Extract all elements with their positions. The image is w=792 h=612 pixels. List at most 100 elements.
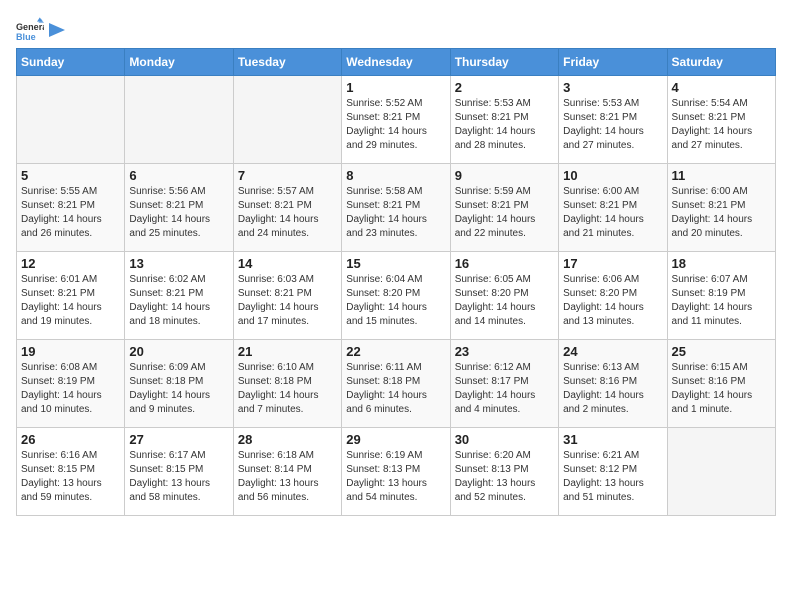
day-number: 4 xyxy=(672,80,771,95)
week-row-1: 1 Sunrise: 5:52 AM Sunset: 8:21 PM Daylig… xyxy=(17,76,776,164)
calendar-cell: 16 Sunrise: 6:05 AM Sunset: 8:20 PM Dayli… xyxy=(450,252,558,340)
day-number: 16 xyxy=(455,256,554,271)
day-number: 23 xyxy=(455,344,554,359)
day-number: 3 xyxy=(563,80,662,95)
day-number: 20 xyxy=(129,344,228,359)
day-info: Sunrise: 6:09 AM Sunset: 8:18 PM Dayligh… xyxy=(129,361,228,417)
day-number: 13 xyxy=(129,256,228,271)
day-info: Sunrise: 6:06 AM Sunset: 8:20 PM Dayligh… xyxy=(563,273,662,329)
calendar-cell: 2Sunrise: 5:53 AM Sunset: 8:21 PM Daylig… xyxy=(450,76,558,164)
page-header: General Blue xyxy=(16,16,776,44)
day-info: Sunrise: 6:10 AM Sunset: 8:18 PM Dayligh… xyxy=(238,361,337,417)
calendar-cell: 28Sunrise: 6:18 AM Sunset: 8:14 PM Dayli… xyxy=(233,428,341,516)
day-number: 29 xyxy=(346,432,445,447)
calendar-cell: 14 Sunrise: 6:03 AM Sunset: 8:21 PM Dayli… xyxy=(233,252,341,340)
day-info: Sunrise: 5:54 AM Sunset: 8:21 PM Dayligh… xyxy=(672,97,771,153)
day-info: Sunrise: 5:52 AM Sunset: 8:21 PM Dayligh… xyxy=(346,97,445,153)
day-info: Sunrise: 6:03 AM Sunset: 8:21 PM Dayligh… xyxy=(238,273,337,329)
logo-icon: General Blue xyxy=(16,16,44,44)
weekday-header-saturday: Saturday xyxy=(667,49,775,76)
day-info: Sunrise: 6:20 AM Sunset: 8:13 PM Dayligh… xyxy=(455,449,554,505)
day-number: 26 xyxy=(21,432,120,447)
calendar-cell: 21 Sunrise: 6:10 AM Sunset: 8:18 PM Dayli… xyxy=(233,340,341,428)
day-number: 15 xyxy=(346,256,445,271)
calendar-cell: 13Sunrise: 6:02 AM Sunset: 8:21 PM Dayli… xyxy=(125,252,233,340)
day-info: Sunrise: 6:11 AM Sunset: 8:18 PM Dayligh… xyxy=(346,361,445,417)
day-info: Sunrise: 5:53 AM Sunset: 8:21 PM Dayligh… xyxy=(563,97,662,153)
calendar-cell: 10 Sunrise: 6:00 AM Sunset: 8:21 PM Dayli… xyxy=(559,164,667,252)
day-info: Sunrise: 6:19 AM Sunset: 8:13 PM Dayligh… xyxy=(346,449,445,505)
day-number: 31 xyxy=(563,432,662,447)
day-info: Sunrise: 6:05 AM Sunset: 8:20 PM Dayligh… xyxy=(455,273,554,329)
calendar-cell: 1 Sunrise: 5:52 AM Sunset: 8:21 PM Daylig… xyxy=(342,76,450,164)
calendar-cell: 27Sunrise: 6:17 AM Sunset: 8:15 PM Dayli… xyxy=(125,428,233,516)
day-number: 5 xyxy=(21,168,120,183)
weekday-header-wednesday: Wednesday xyxy=(342,49,450,76)
calendar-cell xyxy=(667,428,775,516)
calendar-cell xyxy=(233,76,341,164)
day-info: Sunrise: 6:01 AM Sunset: 8:21 PM Dayligh… xyxy=(21,273,120,329)
calendar-cell: 11 Sunrise: 6:00 AM Sunset: 8:21 PM Dayli… xyxy=(667,164,775,252)
day-info: Sunrise: 5:56 AM Sunset: 8:21 PM Dayligh… xyxy=(129,185,228,241)
day-info: Sunrise: 6:07 AM Sunset: 8:19 PM Dayligh… xyxy=(672,273,771,329)
day-info: Sunrise: 6:08 AM Sunset: 8:19 PM Dayligh… xyxy=(21,361,120,417)
day-number: 21 xyxy=(238,344,337,359)
calendar-cell: 8Sunrise: 5:58 AM Sunset: 8:21 PM Daylig… xyxy=(342,164,450,252)
day-info: Sunrise: 5:58 AM Sunset: 8:21 PM Dayligh… xyxy=(346,185,445,241)
day-number: 9 xyxy=(455,168,554,183)
day-info: Sunrise: 5:59 AM Sunset: 8:21 PM Dayligh… xyxy=(455,185,554,241)
calendar-cell: 18 Sunrise: 6:07 AM Sunset: 8:19 PM Dayli… xyxy=(667,252,775,340)
calendar-cell: 5 Sunrise: 5:55 AM Sunset: 8:21 PM Daylig… xyxy=(17,164,125,252)
calendar-cell xyxy=(125,76,233,164)
day-number: 17 xyxy=(563,256,662,271)
day-number: 18 xyxy=(672,256,771,271)
days-of-week-row: SundayMondayTuesdayWednesdayThursdayFrid… xyxy=(17,49,776,76)
week-row-5: 26 Sunrise: 6:16 AM Sunset: 8:15 PM Dayli… xyxy=(17,428,776,516)
calendar-table: SundayMondayTuesdayWednesdayThursdayFrid… xyxy=(16,48,776,516)
calendar-header: SundayMondayTuesdayWednesdayThursdayFrid… xyxy=(17,49,776,76)
day-info: Sunrise: 6:12 AM Sunset: 8:17 PM Dayligh… xyxy=(455,361,554,417)
calendar-cell: 4 Sunrise: 5:54 AM Sunset: 8:21 PM Daylig… xyxy=(667,76,775,164)
calendar-cell xyxy=(17,76,125,164)
weekday-header-monday: Monday xyxy=(125,49,233,76)
day-info: Sunrise: 6:00 AM Sunset: 8:21 PM Dayligh… xyxy=(672,185,771,241)
calendar-cell: 22 Sunrise: 6:11 AM Sunset: 8:18 PM Dayli… xyxy=(342,340,450,428)
calendar-cell: 9 Sunrise: 5:59 AM Sunset: 8:21 PM Daylig… xyxy=(450,164,558,252)
calendar-body: 1 Sunrise: 5:52 AM Sunset: 8:21 PM Daylig… xyxy=(17,76,776,516)
calendar-cell: 30 Sunrise: 6:20 AM Sunset: 8:13 PM Dayli… xyxy=(450,428,558,516)
calendar-cell: 3 Sunrise: 5:53 AM Sunset: 8:21 PM Daylig… xyxy=(559,76,667,164)
calendar-cell: 19 Sunrise: 6:08 AM Sunset: 8:19 PM Dayli… xyxy=(17,340,125,428)
logo: General Blue xyxy=(16,16,65,44)
calendar-cell: 12Sunrise: 6:01 AM Sunset: 8:21 PM Dayli… xyxy=(17,252,125,340)
day-number: 1 xyxy=(346,80,445,95)
day-number: 22 xyxy=(346,344,445,359)
day-number: 14 xyxy=(238,256,337,271)
day-info: Sunrise: 6:15 AM Sunset: 8:16 PM Dayligh… xyxy=(672,361,771,417)
day-number: 24 xyxy=(563,344,662,359)
calendar-cell: 31 Sunrise: 6:21 AM Sunset: 8:12 PM Dayli… xyxy=(559,428,667,516)
day-number: 27 xyxy=(129,432,228,447)
calendar-cell: 17 Sunrise: 6:06 AM Sunset: 8:20 PM Dayli… xyxy=(559,252,667,340)
calendar-cell: 15 Sunrise: 6:04 AM Sunset: 8:20 PM Dayli… xyxy=(342,252,450,340)
day-info: Sunrise: 5:57 AM Sunset: 8:21 PM Dayligh… xyxy=(238,185,337,241)
day-info: Sunrise: 6:16 AM Sunset: 8:15 PM Dayligh… xyxy=(21,449,120,505)
day-number: 10 xyxy=(563,168,662,183)
weekday-header-sunday: Sunday xyxy=(17,49,125,76)
calendar-cell: 25Sunrise: 6:15 AM Sunset: 8:16 PM Dayli… xyxy=(667,340,775,428)
calendar-cell: 24Sunrise: 6:13 AM Sunset: 8:16 PM Dayli… xyxy=(559,340,667,428)
logo-flag-icon xyxy=(49,23,65,37)
day-number: 19 xyxy=(21,344,120,359)
calendar-cell: 20 Sunrise: 6:09 AM Sunset: 8:18 PM Dayli… xyxy=(125,340,233,428)
day-info: Sunrise: 6:00 AM Sunset: 8:21 PM Dayligh… xyxy=(563,185,662,241)
day-info: Sunrise: 5:53 AM Sunset: 8:21 PM Dayligh… xyxy=(455,97,554,153)
calendar-cell: 23 Sunrise: 6:12 AM Sunset: 8:17 PM Dayli… xyxy=(450,340,558,428)
day-info: Sunrise: 6:04 AM Sunset: 8:20 PM Dayligh… xyxy=(346,273,445,329)
weekday-header-thursday: Thursday xyxy=(450,49,558,76)
day-number: 7 xyxy=(238,168,337,183)
day-number: 11 xyxy=(672,168,771,183)
svg-text:General: General xyxy=(16,22,44,32)
day-info: Sunrise: 6:21 AM Sunset: 8:12 PM Dayligh… xyxy=(563,449,662,505)
day-info: Sunrise: 5:55 AM Sunset: 8:21 PM Dayligh… xyxy=(21,185,120,241)
week-row-2: 5 Sunrise: 5:55 AM Sunset: 8:21 PM Daylig… xyxy=(17,164,776,252)
day-number: 30 xyxy=(455,432,554,447)
